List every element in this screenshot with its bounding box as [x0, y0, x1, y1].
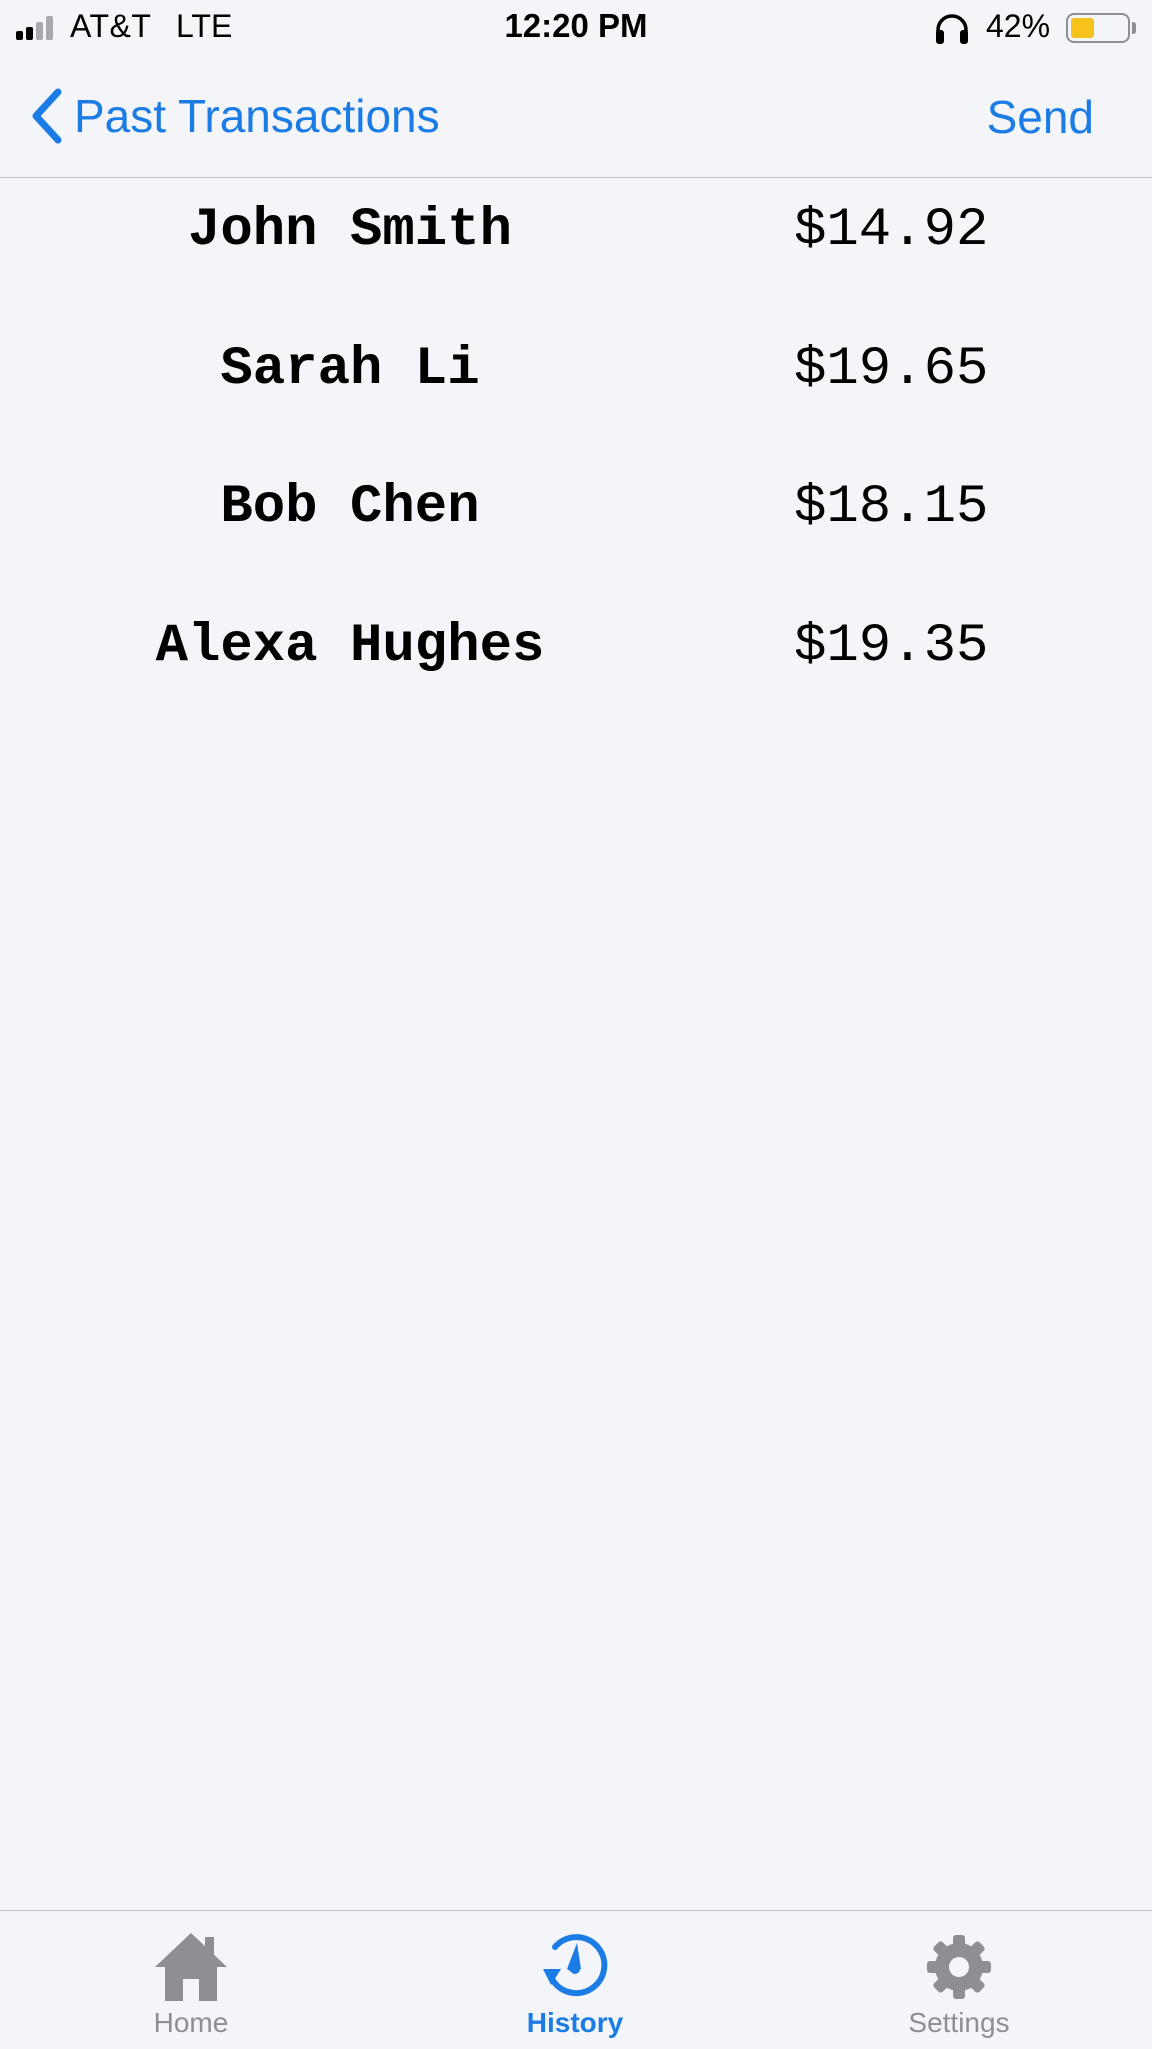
back-button-label: Past Transactions	[74, 90, 440, 142]
transaction-row[interactable]: Bob Chen $18.15	[0, 455, 1152, 555]
status-bar: AT&T LTE 12:20 PM 42%	[0, 0, 1152, 58]
back-button[interactable]: Past Transactions	[28, 84, 440, 148]
gear-icon	[927, 1935, 991, 1999]
tab-settings[interactable]: Settings	[869, 1929, 1049, 2049]
transaction-amount: $19.35	[794, 616, 989, 677]
status-time: 12:20 PM	[504, 7, 648, 44]
transaction-amount: $18.15	[794, 477, 989, 538]
transaction-amount: $19.65	[794, 339, 989, 400]
send-button[interactable]: Send	[987, 90, 1094, 144]
battery-icon	[1066, 13, 1130, 43]
chevron-left-icon	[32, 88, 62, 144]
battery-level-fill	[1071, 18, 1094, 38]
transaction-row[interactable]: Alexa Hughes $19.35	[0, 594, 1152, 694]
battery-percent: 42%	[986, 8, 1051, 44]
transaction-row[interactable]: John Smith $14.92	[0, 178, 1152, 278]
transaction-name: Bob Chen	[220, 477, 480, 538]
tab-history[interactable]: History	[485, 1929, 665, 2049]
headphones-icon	[936, 14, 968, 44]
tab-home[interactable]: Home	[101, 1929, 281, 2049]
tab-label: History	[526, 2007, 624, 2038]
transaction-name: Alexa Hughes	[155, 616, 545, 677]
navigation-bar: Past Transactions Send	[0, 58, 1152, 178]
tab-bar: Home History Settings	[0, 1910, 1152, 2049]
transaction-row[interactable]: Sarah Li $19.65	[0, 317, 1152, 417]
transaction-name: John Smith	[187, 200, 513, 261]
transaction-amount: $14.92	[794, 200, 989, 261]
home-icon	[155, 1933, 227, 2001]
tab-label: Home	[153, 2007, 229, 2038]
tab-label: Settings	[908, 2007, 1010, 2038]
transaction-name: Sarah Li	[220, 339, 480, 400]
history-icon	[543, 1934, 608, 1997]
battery-terminal	[1132, 22, 1136, 34]
